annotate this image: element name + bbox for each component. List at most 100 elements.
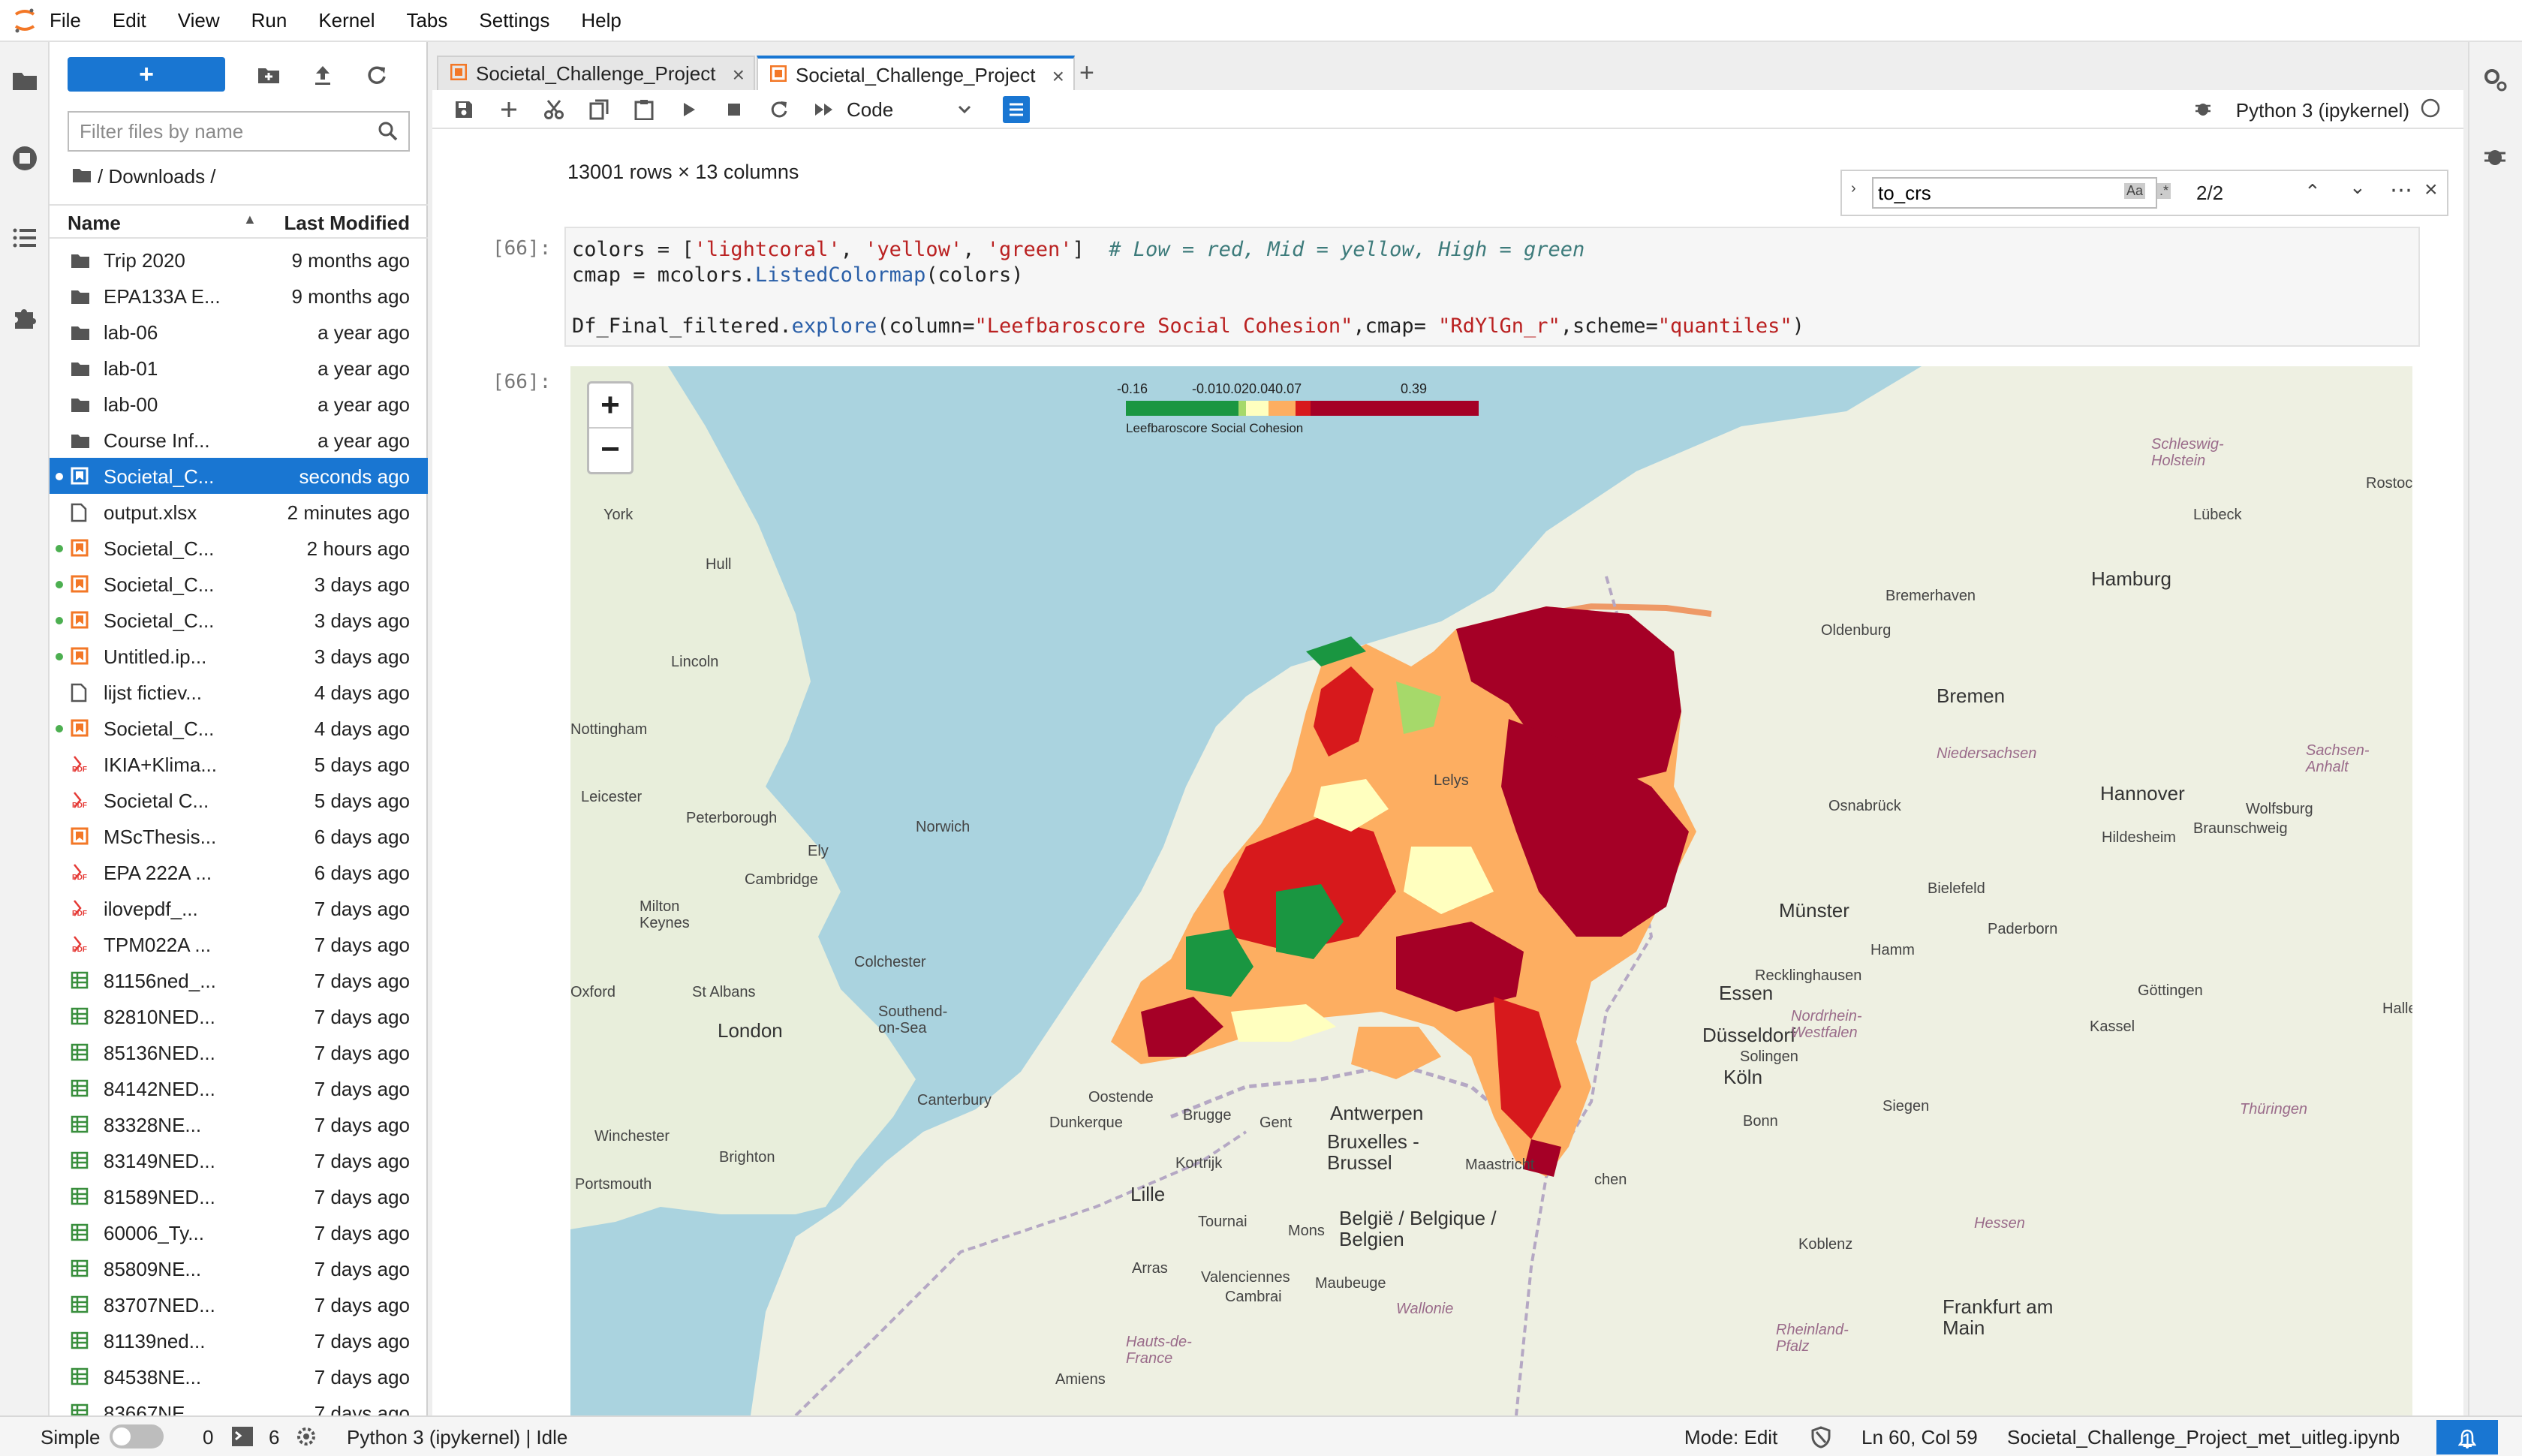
- file-list-item[interactable]: Trip 2020 9 months ago: [50, 242, 428, 278]
- property-inspector-icon[interactable]: [1003, 96, 1030, 123]
- pdf-icon: PDF: [71, 755, 90, 774]
- zoom-in-button[interactable]: +: [589, 384, 631, 427]
- paste-icon[interactable]: [630, 96, 658, 123]
- file-list-item[interactable]: PDF IKIA+Klima... 5 days ago: [50, 746, 428, 782]
- menu-tabs[interactable]: Tabs: [406, 9, 447, 32]
- run-icon[interactable]: [676, 96, 703, 123]
- folder-icon[interactable]: [11, 66, 39, 95]
- case-sensitive-icon[interactable]: Aa: [2124, 183, 2146, 199]
- kernel-status[interactable]: Python 3 (ipykernel) | Idle: [347, 1426, 567, 1449]
- extensions-puzzle-icon[interactable]: [11, 303, 39, 332]
- shield-icon[interactable]: [1810, 1426, 1831, 1454]
- breadcrumb-path[interactable]: / Downloads /: [98, 165, 216, 188]
- zoom-out-button[interactable]: −: [589, 427, 631, 471]
- place-label-munster: Münster: [1779, 899, 1849, 922]
- file-list-item[interactable]: 81589NED... 7 days ago: [50, 1178, 428, 1214]
- find-input[interactable]: [1872, 177, 2157, 209]
- expand-replace-chevron-icon[interactable]: ›: [1851, 180, 1856, 197]
- file-list-item[interactable]: lijst fictiev... 4 days ago: [50, 674, 428, 710]
- file-list-item[interactable]: 82810NED... 7 days ago: [50, 998, 428, 1034]
- file-filter-field[interactable]: [68, 111, 410, 152]
- file-list-item[interactable]: Societal_C... 3 days ago: [50, 602, 428, 638]
- new-folder-icon[interactable]: [255, 62, 282, 89]
- debugger-bug-icon[interactable]: [2483, 144, 2507, 172]
- file-list-item[interactable]: PDF TPM022A ... 7 days ago: [50, 926, 428, 962]
- close-icon[interactable]: ×: [733, 63, 745, 87]
- bug-icon[interactable]: [2194, 99, 2212, 122]
- folder-icon[interactable]: [72, 165, 92, 188]
- file-filter-input[interactable]: [80, 119, 372, 143]
- file-list-item[interactable]: 60006_Ty... 7 days ago: [50, 1214, 428, 1250]
- file-list-item[interactable]: lab-01 a year ago: [50, 350, 428, 386]
- file-list-item[interactable]: output.xlsx 2 minutes ago: [50, 494, 428, 530]
- folium-map[interactable]: -0.16 -0.010.020.040.07 0.39 Leefbarosco…: [570, 366, 2412, 1415]
- file-list-item[interactable]: Societal_C... seconds ago: [50, 458, 428, 494]
- running-indicator-icon: [56, 725, 63, 733]
- file-list-item[interactable]: 83328NE... 7 days ago: [50, 1106, 428, 1142]
- menu-run[interactable]: Run: [251, 9, 287, 32]
- file-list-item[interactable]: 83707NED... 7 days ago: [50, 1286, 428, 1322]
- restart-icon[interactable]: [766, 96, 793, 123]
- close-icon[interactable]: ×: [1052, 65, 1064, 89]
- terminal-count[interactable]: 0: [203, 1426, 213, 1449]
- file-name: Societal_C...: [104, 573, 215, 596]
- file-list-item[interactable]: Course Inf... a year ago: [50, 422, 428, 458]
- code-cell-editor[interactable]: colors = ['lightcoral', 'yellow', 'green…: [564, 227, 2420, 347]
- table-of-contents-icon[interactable]: [11, 224, 39, 252]
- file-list-item[interactable]: PDF EPA 222A ... 6 days ago: [50, 854, 428, 890]
- menu-edit[interactable]: Edit: [113, 9, 146, 32]
- file-list-item[interactable]: Societal_C... 3 days ago: [50, 566, 428, 602]
- menu-help[interactable]: Help: [581, 9, 621, 32]
- menu-view[interactable]: View: [178, 9, 220, 32]
- file-list-item[interactable]: 85136NED... 7 days ago: [50, 1034, 428, 1070]
- running-kernels-icon[interactable]: [11, 144, 39, 173]
- file-list-item[interactable]: Untitled.ip... 3 days ago: [50, 638, 428, 674]
- file-list-item[interactable]: lab-06 a year ago: [50, 314, 428, 350]
- menu-settings[interactable]: Settings: [479, 9, 549, 32]
- new-launcher-button[interactable]: +: [68, 57, 225, 92]
- previous-match-chevron-up-icon[interactable]: ⌃: [2304, 180, 2321, 203]
- file-modified: 7 days ago: [314, 970, 410, 992]
- copy-icon[interactable]: [585, 96, 612, 123]
- refresh-icon[interactable]: [363, 62, 390, 89]
- tab-notebook-2[interactable]: Societal_Challenge_Project ×: [757, 56, 1075, 92]
- save-icon[interactable]: [450, 96, 477, 123]
- file-list-item[interactable]: 81156ned_... 7 days ago: [50, 962, 428, 998]
- cursor-position[interactable]: Ln 60, Col 59: [1861, 1426, 1978, 1449]
- column-name-header[interactable]: Name: [68, 212, 121, 235]
- cell-type-dropdown[interactable]: Code: [847, 96, 979, 123]
- file-list-item[interactable]: PDF ilovepdf_... 7 days ago: [50, 890, 428, 926]
- file-list-item[interactable]: 83149NED... 7 days ago: [50, 1142, 428, 1178]
- stop-icon[interactable]: [721, 96, 748, 123]
- file-list-item[interactable]: 84142NED... 7 days ago: [50, 1070, 428, 1106]
- simple-mode-toggle[interactable]: [110, 1424, 164, 1448]
- more-options-ellipsis-icon[interactable]: ⋯: [2390, 177, 2412, 203]
- place-label-rostock: Rostoc: [2366, 475, 2412, 492]
- file-list-item[interactable]: 81139ned... 7 days ago: [50, 1322, 428, 1358]
- upload-icon[interactable]: [309, 62, 336, 89]
- map-canvas[interactable]: -0.16 -0.010.020.040.07 0.39 Leefbarosco…: [570, 366, 2412, 1415]
- file-list-item[interactable]: Societal_C... 4 days ago: [50, 710, 428, 746]
- fast-forward-icon[interactable]: [811, 96, 838, 123]
- notifications-button[interactable]: 1: [2436, 1420, 2498, 1454]
- regex-icon[interactable]: .*: [2157, 183, 2171, 199]
- file-list-item[interactable]: MScThesis... 6 days ago: [50, 818, 428, 854]
- new-tab-plus-icon[interactable]: +: [1079, 59, 1094, 88]
- cut-icon[interactable]: [540, 96, 567, 123]
- kernel-indicator[interactable]: Python 3 (ipykernel): [2194, 98, 2441, 124]
- file-list-item[interactable]: EPA133A E... 9 months ago: [50, 278, 428, 314]
- file-list-item[interactable]: Societal_C... 2 hours ago: [50, 530, 428, 566]
- tab-notebook-1[interactable]: Societal_Challenge_Project ×: [437, 56, 755, 90]
- file-list-item[interactable]: 85809NE... 7 days ago: [50, 1250, 428, 1286]
- close-icon[interactable]: ×: [2424, 177, 2438, 203]
- file-list-item[interactable]: 84538NE... 7 days ago: [50, 1358, 428, 1394]
- menu-file[interactable]: File: [50, 9, 81, 32]
- file-list-item[interactable]: PDF Societal C... 5 days ago: [50, 782, 428, 818]
- property-inspector-gear-icon[interactable]: [2481, 66, 2508, 97]
- menu-kernel[interactable]: Kernel: [318, 9, 375, 32]
- kernel-count[interactable]: 6: [269, 1426, 279, 1449]
- column-modified-header[interactable]: Last Modified: [284, 212, 410, 235]
- file-list-item[interactable]: lab-00 a year ago: [50, 386, 428, 422]
- insert-cell-plus-icon[interactable]: [495, 96, 522, 123]
- next-match-chevron-down-icon[interactable]: ⌄: [2349, 176, 2366, 199]
